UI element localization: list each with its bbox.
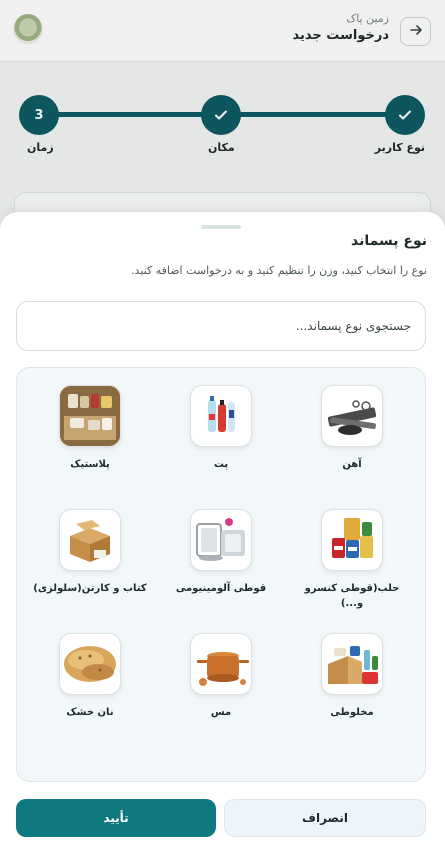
sheet-title: نوع پسماند xyxy=(351,233,427,249)
waste-item-label: مخلوطی xyxy=(330,707,374,718)
waste-item-tin-cans[interactable]: حلب(قوطی کنسرو و...) xyxy=(292,509,412,611)
cardboard-image xyxy=(59,509,121,571)
waste-item-label: نان خشک xyxy=(66,707,114,718)
confirm-button[interactable]: تأیید xyxy=(16,799,216,837)
waste-item-label: حلب(قوطی کنسرو و...) xyxy=(304,583,400,609)
sheet-drag-handle[interactable] xyxy=(201,225,241,229)
mixed-waste-image xyxy=(321,633,383,695)
tin-cans-image xyxy=(321,509,383,571)
waste-item-label: کتاب و کارتن(سلولزی) xyxy=(33,583,147,594)
dry-bread-image xyxy=(59,633,121,695)
aluminum-cans-image xyxy=(190,509,252,571)
waste-item-label: پت xyxy=(213,459,229,470)
pet-bottles-image xyxy=(190,385,252,447)
waste-item-label: مس xyxy=(210,707,232,718)
waste-item-dry-bread[interactable]: نان خشک xyxy=(30,633,150,720)
waste-search-input[interactable] xyxy=(16,301,426,351)
copper-image xyxy=(190,633,252,695)
cancel-button[interactable]: انصراف xyxy=(224,799,426,837)
waste-item-aluminum-cans[interactable]: قوطی آلومینیومی xyxy=(161,509,281,596)
waste-item-cardboard[interactable]: کتاب و کارتن(سلولزی) xyxy=(30,509,150,596)
waste-item-plastic[interactable]: پلاستیک xyxy=(30,385,150,472)
waste-item-label: پلاستیک xyxy=(70,459,110,470)
sheet-description: نوع را انتخاب کنید، وزن را تنظیم کنید و … xyxy=(131,264,427,277)
waste-item-label: آهن xyxy=(342,459,362,470)
waste-item-iron[interactable]: آهن xyxy=(292,385,412,472)
waste-type-grid: آهن پت پلاستیک حلب(قوطی کنسرو و...) قوطی… xyxy=(16,367,426,782)
waste-type-sheet: نوع پسماند نوع را انتخاب کنید، وزن را تن… xyxy=(0,212,445,855)
waste-item-copper[interactable]: مس xyxy=(161,633,281,720)
waste-item-pet[interactable]: پت xyxy=(161,385,281,472)
waste-item-mixed[interactable]: مخلوطی xyxy=(292,633,412,720)
waste-item-label: قوطی آلومینیومی xyxy=(175,583,267,594)
plastic-image xyxy=(59,385,121,447)
iron-image xyxy=(321,385,383,447)
